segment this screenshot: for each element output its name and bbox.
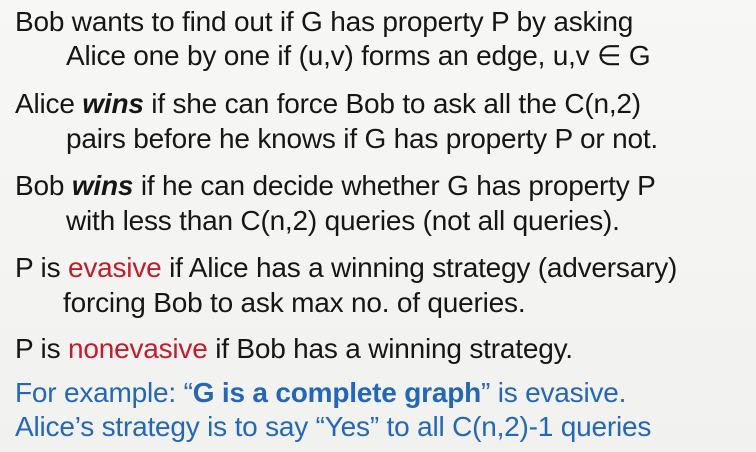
paragraph-1-line-2: Alice one by one if (u,v) forms an edge,… xyxy=(66,40,651,72)
paragraph-3-line-2: with less than C(n,2) queries (not all q… xyxy=(66,205,620,237)
p1-l1-text: Bob wants to find out if G has property … xyxy=(15,6,634,37)
p4-evasive-term: evasive xyxy=(67,252,162,283)
paragraph-1-line-1: Bob wants to find out if G has property … xyxy=(15,6,633,38)
example-l2-text: Alice’s strategy is to say “Yes” to all … xyxy=(15,411,652,442)
p5-nonevasive-term: nonevasive xyxy=(67,333,208,364)
paragraph-2-line-1: Alice wins if she can force Bob to ask a… xyxy=(15,88,641,120)
p4-l1-text-c: if Alice has a winning strategy (adversa… xyxy=(161,252,678,283)
p5-l1-text-c: if Bob has a winning strategy. xyxy=(207,333,573,364)
paragraph-4-line-1: P is evasive if Alice has a winning stra… xyxy=(15,252,677,284)
p4-l2-text: forcing Bob to ask max no. of queries. xyxy=(63,287,526,318)
p4-l1-text-a: P is xyxy=(15,252,68,283)
paragraph-4-line-2: forcing Bob to ask max no. of queries. xyxy=(63,287,526,319)
paragraph-3-line-1: Bob wins if he can decide whether G has … xyxy=(15,170,656,202)
p3-l1-text-a: Bob xyxy=(15,170,72,201)
example-l1-text-c: ” is evasive. xyxy=(481,377,627,408)
paragraph-5-line-1: P is nonevasive if Bob has a winning str… xyxy=(15,333,573,365)
p2-l1-text-c: if she can force Bob to ask all the C(n,… xyxy=(143,88,641,119)
p1-l2-text: Alice one by one if (u,v) forms an edge,… xyxy=(66,40,651,71)
p3-l1-text-c: if he can decide whether G has property … xyxy=(133,170,656,201)
paragraph-2-line-2: pairs before he knows if G has property … xyxy=(66,123,658,155)
p2-l1-emphasis: wins xyxy=(82,88,144,119)
p3-l1-emphasis: wins xyxy=(71,170,134,201)
example-line-2: Alice’s strategy is to say “Yes” to all … xyxy=(15,411,651,443)
p2-l2-text: pairs before he knows if G has property … xyxy=(66,123,658,154)
p2-l1-text-a: Alice xyxy=(15,88,83,119)
example-emphasis: G is a complete graph xyxy=(192,377,482,408)
lecture-slide: Bob wants to find out if G has property … xyxy=(0,0,756,452)
example-line-1: For example: “G is a complete graph” is … xyxy=(15,377,626,409)
example-l1-text-a: For example: “ xyxy=(15,377,193,408)
p5-l1-text-a: P is xyxy=(15,333,68,364)
p3-l2-text: with less than C(n,2) queries (not all q… xyxy=(66,205,620,236)
